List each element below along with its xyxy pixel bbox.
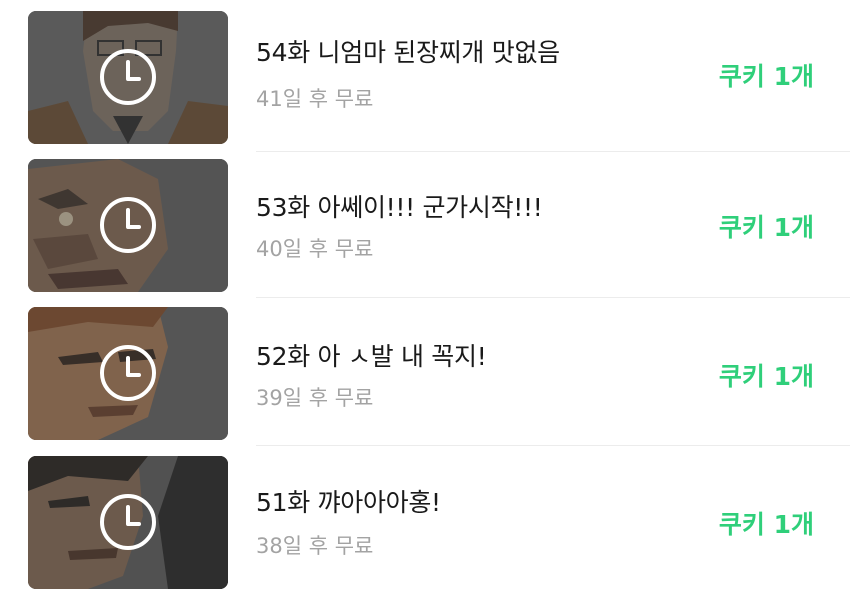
episode-title: 51화 꺄아아아홍! bbox=[256, 488, 441, 517]
cookie-price: 쿠키 1개 bbox=[718, 62, 814, 91]
episode-thumbnail[interactable] bbox=[28, 159, 228, 292]
episode-thumbnail[interactable] bbox=[28, 11, 228, 144]
free-countdown: 39일 후 무료 bbox=[256, 386, 374, 410]
episode-row[interactable]: 51화 꺄아아아홍! 38일 후 무료 쿠키 1개 bbox=[0, 445, 850, 593]
cookie-price: 쿠키 1개 bbox=[718, 213, 814, 242]
episode-title: 53화 아쎄이!!! 군가시작!!! bbox=[256, 193, 543, 222]
clock-icon bbox=[100, 197, 156, 253]
free-countdown: 40일 후 무료 bbox=[256, 237, 374, 261]
free-countdown: 38일 후 무료 bbox=[256, 534, 374, 558]
clock-icon bbox=[100, 49, 156, 105]
clock-icon bbox=[100, 494, 156, 550]
episode-row[interactable]: 52화 아 ㅅ발 내 꼭지! 39일 후 무료 쿠키 1개 bbox=[0, 297, 850, 446]
episode-thumbnail[interactable] bbox=[28, 456, 228, 589]
clock-icon bbox=[100, 345, 156, 401]
cookie-price: 쿠키 1개 bbox=[718, 362, 814, 391]
episode-title: 54화 니엄마 된장찌개 맛없음 bbox=[256, 38, 560, 67]
free-countdown: 41일 후 무료 bbox=[256, 87, 374, 111]
episode-title: 52화 아 ㅅ발 내 꼭지! bbox=[256, 342, 487, 371]
episode-row[interactable]: 53화 아쎄이!!! 군가시작!!! 40일 후 무료 쿠키 1개 bbox=[0, 148, 850, 298]
cookie-price: 쿠키 1개 bbox=[718, 510, 814, 539]
episode-thumbnail[interactable] bbox=[28, 307, 228, 440]
episode-row[interactable]: 54화 니엄마 된장찌개 맛없음 41일 후 무료 쿠키 1개 bbox=[0, 0, 850, 152]
